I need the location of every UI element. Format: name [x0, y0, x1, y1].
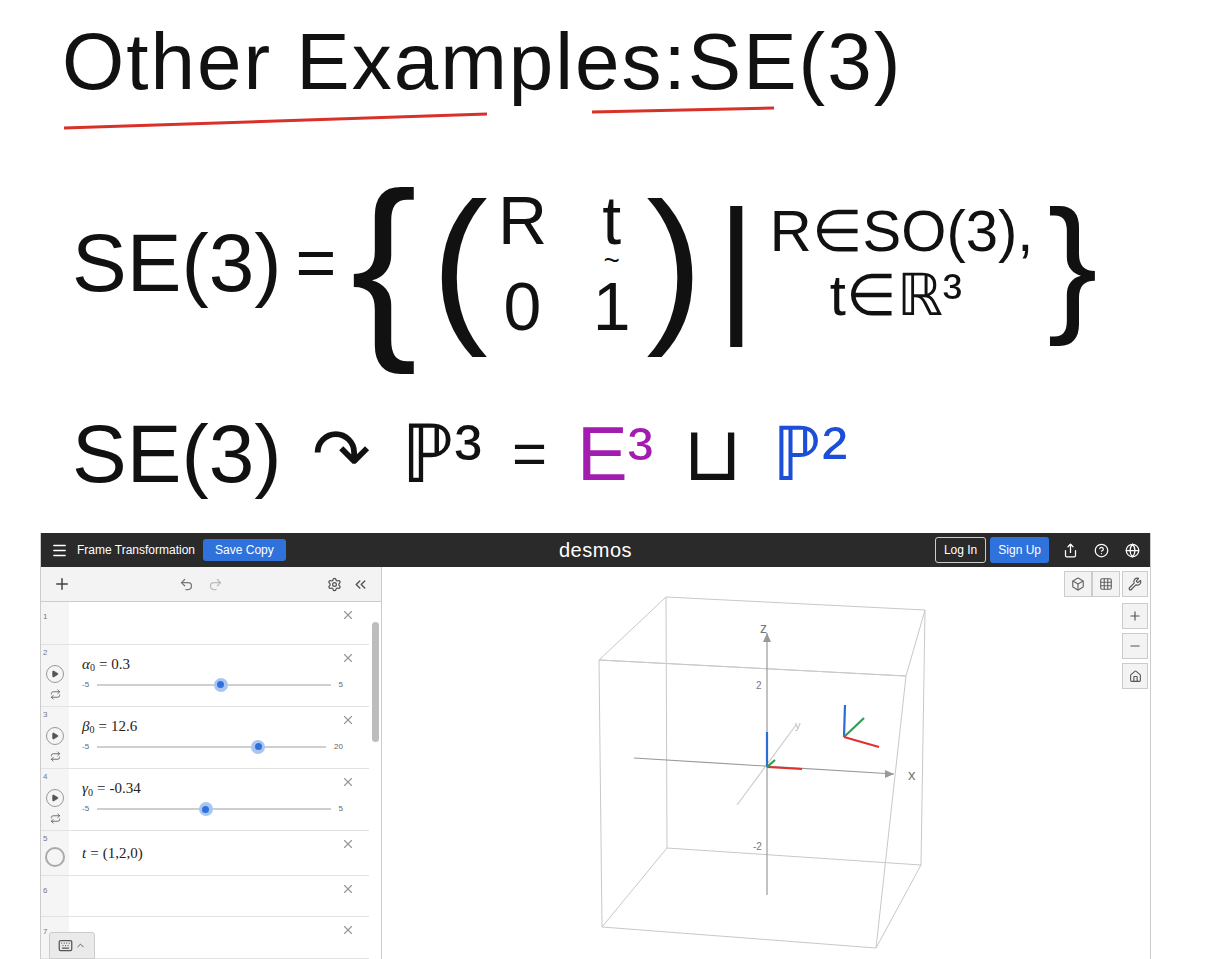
hidden-point-icon[interactable] — [45, 847, 65, 867]
graph-title[interactable]: Frame Transformation — [77, 541, 195, 559]
slider-expression[interactable]: 3β0=12.6-520 — [41, 707, 369, 769]
delete-icon[interactable] — [341, 651, 355, 665]
slider-thumb[interactable] — [199, 802, 213, 816]
space-part: E³ — [577, 416, 653, 492]
expression-text[interactable]: γ0=-0.34 — [82, 779, 363, 797]
plus-icon — [1128, 609, 1142, 623]
slider-thumb[interactable] — [214, 678, 228, 692]
3d-view-button[interactable] — [1064, 571, 1092, 597]
grid-button[interactable] — [1092, 571, 1120, 597]
svg-text:y: y — [795, 719, 801, 731]
scrollbar[interactable] — [372, 622, 379, 742]
keyboard-icon — [58, 938, 73, 953]
delete-icon[interactable] — [341, 713, 355, 727]
chevron-up-icon — [75, 940, 86, 951]
matrix-cell: 1 — [587, 272, 636, 340]
undo-icon[interactable] — [179, 577, 194, 592]
wrench-icon — [1128, 577, 1142, 591]
play-icon[interactable] — [46, 789, 64, 807]
space-part: ⊔ — [683, 416, 742, 492]
delete-icon[interactable] — [341, 775, 355, 789]
loop-icon[interactable] — [50, 813, 61, 824]
delete-icon[interactable] — [341, 837, 355, 851]
svg-text:x: x — [908, 766, 916, 783]
menu-icon[interactable] — [51, 542, 68, 559]
cube-icon — [1071, 577, 1085, 591]
slider-track[interactable] — [97, 746, 326, 748]
delete-icon[interactable] — [341, 923, 355, 937]
keyboard-button[interactable] — [49, 932, 95, 959]
save-copy-button[interactable]: Save Copy — [203, 539, 286, 561]
login-button[interactable]: Log In — [935, 537, 986, 563]
globe-icon[interactable] — [1125, 543, 1140, 558]
loop-icon[interactable] — [50, 689, 61, 700]
svg-text:z: z — [760, 620, 767, 636]
expression-panel: 12α0=0.3-553β0=12.6-5204γ0=-0.34-555t=(1… — [41, 567, 382, 959]
expression-text[interactable]: t=(1,2,0) — [82, 842, 143, 865]
slider-track[interactable] — [97, 684, 330, 686]
notes-title: Other Examples:SE(3) — [62, 22, 1221, 102]
svg-text:2: 2 — [756, 680, 762, 691]
home-icon — [1129, 670, 1142, 683]
grid-icon — [1099, 577, 1113, 591]
play-icon[interactable] — [46, 727, 64, 745]
svg-text:-2: -2 — [753, 841, 762, 852]
redo-icon[interactable] — [208, 577, 223, 592]
expression-text[interactable]: β0=12.6 — [82, 717, 363, 735]
desmos-window: Frame Transformation Save Copy desmos Log I… — [40, 533, 1151, 959]
matrix-cell: R — [498, 186, 547, 268]
play-icon[interactable] — [46, 665, 64, 683]
matrix-cell: 0 — [498, 272, 547, 340]
desmos-logo: desmos — [559, 535, 632, 565]
graph-area[interactable]: x z y 2 -2 — [382, 567, 1150, 959]
slider-thumb[interactable] — [251, 740, 265, 754]
minus-icon — [1128, 639, 1142, 653]
share-icon[interactable] — [1063, 543, 1078, 558]
zoom-out-button[interactable] — [1122, 633, 1148, 659]
point-expression[interactable]: 5t=(1,2,0) — [41, 831, 369, 876]
delete-icon[interactable] — [341, 882, 355, 896]
signup-button[interactable]: Sign Up — [990, 537, 1049, 563]
collapse-icon[interactable] — [352, 576, 369, 593]
page: Other Examples:SE(3)SE(3)={(Rt~01)|R∈SO(… — [0, 0, 1221, 959]
red-underline-icon — [62, 104, 792, 134]
empty-expression[interactable]: 6 — [41, 876, 369, 918]
condition: R∈SO(3), — [770, 199, 1034, 263]
expression-text[interactable]: α0=0.3 — [82, 655, 363, 673]
action-line: SE(3)↷ℙ³=E³⊔ℙ² — [0, 375, 1221, 533]
definition-line: SE(3)={(Rt~01)|R∈SO(3),t∈ℝ³} — [0, 150, 1221, 375]
slider-expression[interactable]: 2α0=0.3-55 — [41, 645, 369, 707]
space-part: ℙ² — [772, 416, 847, 492]
panel-toolbar — [41, 567, 381, 602]
slider-expression[interactable]: 4γ0=-0.34-55 — [41, 769, 369, 831]
top-bar: Frame Transformation Save Copy desmos Log I… — [41, 533, 1150, 567]
condition: t∈ℝ³ — [770, 263, 1034, 327]
slider-track[interactable] — [97, 808, 330, 810]
settings-icon[interactable] — [327, 577, 342, 592]
home-button[interactable] — [1122, 663, 1148, 689]
add-item-icon[interactable] — [53, 575, 71, 593]
3d-graph-icon[interactable]: x z y 2 -2 — [382, 567, 1152, 959]
empty-expression[interactable]: 1 — [41, 602, 369, 645]
loop-icon[interactable] — [50, 751, 61, 762]
handwritten-notes: Other Examples:SE(3)SE(3)={(Rt~01)|R∈SO(… — [0, 0, 1221, 533]
matrix-cell: t~ — [587, 186, 636, 268]
settings-button[interactable] — [1122, 571, 1148, 597]
help-icon[interactable] — [1094, 543, 1109, 558]
zoom-in-button[interactable] — [1122, 603, 1148, 629]
matrix: (Rt~01) — [431, 178, 702, 348]
delete-icon[interactable] — [341, 608, 355, 622]
